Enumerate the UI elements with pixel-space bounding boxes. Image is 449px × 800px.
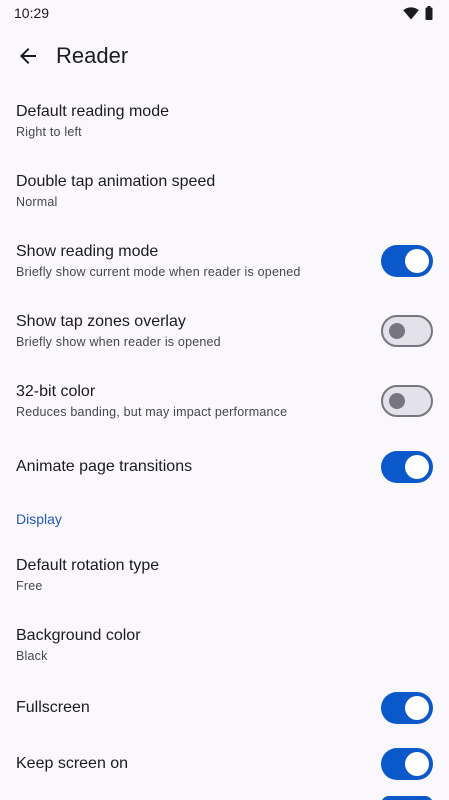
pref-title: Default reading mode xyxy=(16,102,169,120)
page-title: Reader xyxy=(56,43,129,68)
section-header-display: Display xyxy=(16,511,62,527)
switch-thumb xyxy=(405,752,429,776)
next-switch-partial[interactable] xyxy=(381,796,433,800)
arrow-back-icon xyxy=(20,48,36,64)
pref-summary: Reduces banding, but may impact performa… xyxy=(16,404,288,419)
pref-summary: Normal xyxy=(16,194,58,209)
pref-title: Show reading mode xyxy=(16,242,159,260)
pref-title: Double tap animation speed xyxy=(16,172,216,190)
pref-summary: Right to left xyxy=(16,124,82,139)
pref-summary: Briefly show current mode when reader is… xyxy=(16,264,301,279)
pref-default-rotation-type[interactable]: Default rotation type Free xyxy=(0,540,449,610)
pref-show-tap-zones-overlay[interactable]: Show tap zones overlay Briefly show when… xyxy=(0,296,449,366)
switch-thumb xyxy=(389,393,405,409)
pref-animate-page-transitions[interactable]: Animate page transitions xyxy=(0,436,449,498)
switch-thumb xyxy=(405,455,429,479)
settings-list: Default reading mode Right to left Doubl… xyxy=(0,86,449,792)
app-bar: Reader xyxy=(0,26,449,86)
battery-icon xyxy=(425,6,433,20)
status-icons xyxy=(403,6,433,20)
pref-title: Fullscreen xyxy=(16,699,90,716)
status-time: 10:29 xyxy=(14,5,50,21)
pref-show-reading-mode[interactable]: Show reading mode Briefly show current m… xyxy=(0,226,449,296)
keep-screen-on-switch[interactable] xyxy=(381,748,433,780)
32-bit-color-switch[interactable] xyxy=(381,385,433,417)
pref-title: Animate page transitions xyxy=(16,458,193,475)
pref-32-bit-color[interactable]: 32-bit color Reduces banding, but may im… xyxy=(0,366,449,436)
switch-thumb xyxy=(405,696,429,720)
pref-title: Keep screen on xyxy=(16,755,129,772)
pref-title: Default rotation type xyxy=(16,556,160,574)
pref-title: Show tap zones overlay xyxy=(16,312,186,330)
pref-title: 32-bit color xyxy=(16,382,96,400)
fullscreen-switch[interactable] xyxy=(381,692,433,724)
pref-double-tap-animation-speed[interactable]: Double tap animation speed Normal xyxy=(0,156,449,226)
animate-page-transitions-switch[interactable] xyxy=(381,451,433,483)
pref-summary: Free xyxy=(16,578,43,593)
show-reading-mode-switch[interactable] xyxy=(381,245,433,277)
pref-keep-screen-on[interactable]: Keep screen on xyxy=(0,736,449,792)
pref-summary: Black xyxy=(16,648,48,663)
wifi-icon xyxy=(403,6,419,20)
status-bar: 10:29 xyxy=(0,0,449,26)
pref-default-reading-mode[interactable]: Default reading mode Right to left xyxy=(0,86,449,156)
show-tap-zones-switch[interactable] xyxy=(381,315,433,347)
pref-summary: Briefly show when reader is opened xyxy=(16,334,221,349)
pref-fullscreen[interactable]: Fullscreen xyxy=(0,680,449,736)
switch-thumb xyxy=(405,249,429,273)
back-button[interactable] xyxy=(8,36,48,76)
pref-title: Background color xyxy=(16,626,141,644)
switch-thumb xyxy=(389,323,405,339)
pref-background-color[interactable]: Background color Black xyxy=(0,610,449,680)
